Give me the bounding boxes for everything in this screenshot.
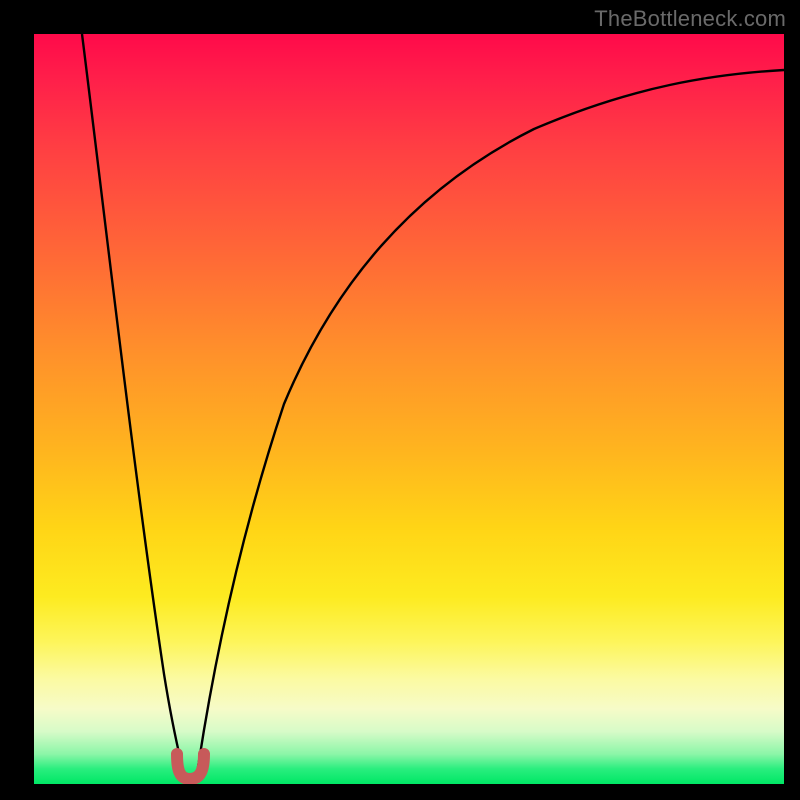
chart-frame: TheBottleneck.com [0, 0, 800, 800]
plot-area [34, 34, 784, 784]
dip-marker-icon [177, 754, 204, 779]
curve-layer [34, 34, 784, 784]
curve-left-branch [82, 34, 184, 774]
curve-right-branch [197, 70, 784, 774]
watermark-text: TheBottleneck.com [594, 6, 786, 32]
